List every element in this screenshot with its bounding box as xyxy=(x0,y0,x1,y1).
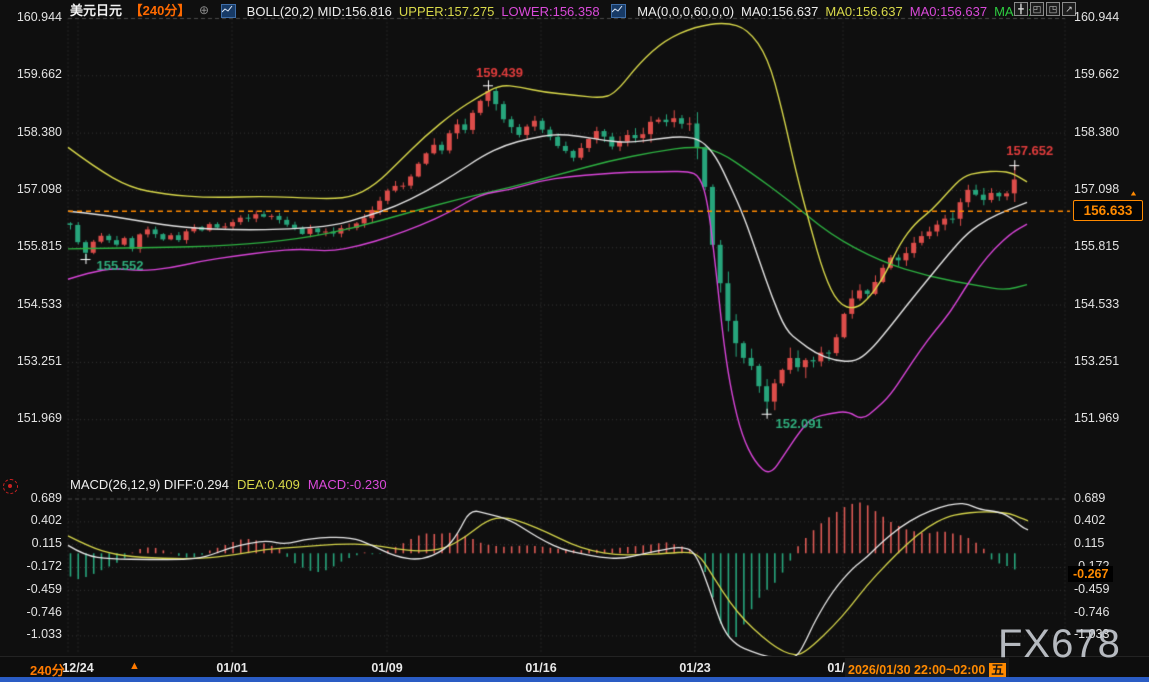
axis-label: 151.969 xyxy=(2,411,62,425)
axis-label: -0.746 xyxy=(1074,605,1109,619)
chart-toolbar: ╋◰◳↗ xyxy=(1014,2,1076,16)
macd-legend-item: MACD:-0.230 xyxy=(308,477,387,492)
date-label: 01/09 xyxy=(371,661,402,675)
tooltip-text: 2026/01/30 22:00~02:00 xyxy=(848,663,985,677)
axis-label: -0.459 xyxy=(2,582,62,596)
axis-label: -0.746 xyxy=(2,605,62,619)
axis-label: 158.380 xyxy=(1074,125,1119,139)
legend-item: LOWER:156.358 xyxy=(501,4,599,19)
axis-label: 151.969 xyxy=(1074,411,1119,425)
axis-label: 155.815 xyxy=(2,239,62,253)
macd-legend: MACD(26,12,9) DIFF:0.294 DEA:0.409 MACD:-0… xyxy=(70,478,395,492)
macd-legend-item: MACD(26,12,9) DIFF:0.294 xyxy=(70,477,229,492)
bottom-scrollbar[interactable] xyxy=(0,677,1149,682)
axis-label: 159.662 xyxy=(2,67,62,81)
axis-label: 157.098 xyxy=(1074,182,1119,196)
macd-legend-item: DEA:0.409 xyxy=(237,477,300,492)
live-dot-icon xyxy=(3,479,18,494)
date-label: 01/01 xyxy=(216,661,247,675)
crosshair-move-icon[interactable]: ╋ xyxy=(1014,2,1028,16)
timeframe-arrow-icon[interactable]: ▲ xyxy=(129,660,140,672)
time-range-tooltip: 2026/01/30 22:00~02:00五 xyxy=(845,658,1009,679)
date-label: 12/24 xyxy=(62,661,93,675)
pane-shrink-icon[interactable]: ◰ xyxy=(1030,2,1044,16)
add-indicator-icon[interactable]: ⊕ xyxy=(199,3,209,17)
main-legend: 美元日元 【240分】 ⊕ BOLL(20,2) MID:156.816 UPPE… xyxy=(70,2,1032,18)
legend-item: MA0:156.637 xyxy=(910,4,987,19)
legend-item: MA0:156.637 xyxy=(825,4,902,19)
date-label: 01/16 xyxy=(525,661,556,675)
axis-label: 153.251 xyxy=(2,354,62,368)
axis-label: 159.662 xyxy=(1074,67,1119,81)
axis-label: 0.402 xyxy=(2,513,62,527)
chart-canvas[interactable] xyxy=(0,0,1149,682)
legend-item: MA(0,0,0,60,0,0) xyxy=(637,4,734,19)
axis-label: -0.459 xyxy=(1074,582,1109,596)
axis-label: 154.533 xyxy=(1074,297,1119,311)
axis-label: 0.115 xyxy=(2,536,62,550)
axis-label: 0.115 xyxy=(1074,536,1104,550)
axis-label: 160.944 xyxy=(2,10,62,24)
axis-label: -0.172 xyxy=(2,559,62,573)
axis-label: 0.689 xyxy=(1074,491,1105,505)
legend-item: UPPER:157.275 xyxy=(399,4,494,19)
ma-legend: MA(0,0,0,60,0,0) MA0:156.637 MA0:156.637 MA… xyxy=(603,3,1031,18)
pane-expand-icon[interactable]: ◳ xyxy=(1046,2,1060,16)
legend-item: BOLL(20,2) MID:156.816 xyxy=(247,4,392,19)
macd-current-label: -0.267 xyxy=(1068,566,1113,582)
date-label: 01/23 xyxy=(679,661,710,675)
indicator-icon[interactable] xyxy=(221,4,236,18)
legend-item: MA0:156.637 xyxy=(741,4,818,19)
axis-label: 0.402 xyxy=(1074,513,1105,527)
axis-label: 158.380 xyxy=(2,125,62,139)
axis-label: 157.098 xyxy=(2,182,62,196)
axis-label: 155.815 xyxy=(1074,239,1119,253)
symbol-title: 美元日元 xyxy=(70,3,122,18)
axis-label: 160.944 xyxy=(1074,10,1119,24)
axis-label: 154.533 xyxy=(2,297,62,311)
indicator-icon[interactable] xyxy=(611,4,626,18)
chart-window: 美元日元 【240分】 ⊕ BOLL(20,2) MID:156.816 UPPE… xyxy=(0,0,1149,682)
axis-label: 153.251 xyxy=(1074,354,1119,368)
current-price-label: 156.633 xyxy=(1073,200,1143,221)
boll-legend: BOLL(20,2) MID:156.816 UPPER:157.275 LOWER… xyxy=(213,3,600,18)
timeframe-badge[interactable]: 【240分】 xyxy=(130,3,191,18)
axis-label: -1.033 xyxy=(2,627,62,641)
watermark: FX678 xyxy=(998,622,1121,667)
